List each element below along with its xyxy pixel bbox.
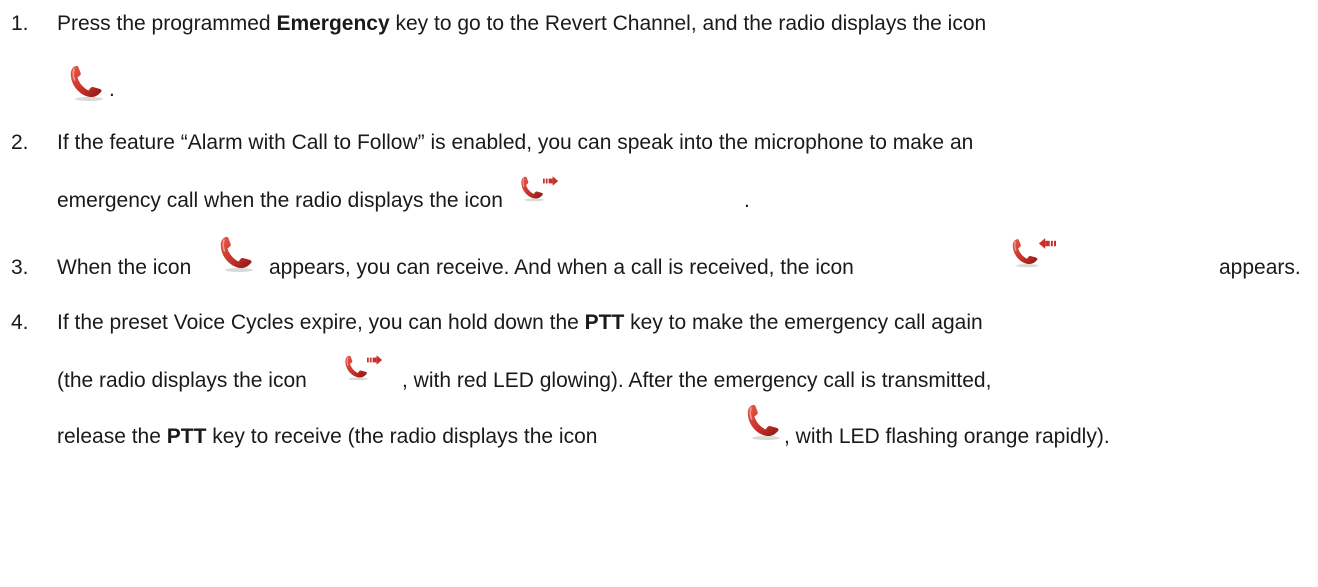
step-text: , with red LED glowing). After the emerg… — [402, 369, 992, 392]
step-text: appears. — [1219, 256, 1301, 279]
emergency-phone-icon — [66, 62, 106, 102]
step-number: 1. — [11, 12, 29, 35]
emergency-phone-icon — [743, 401, 783, 441]
emergency-key-label: Emergency — [276, 12, 390, 35]
emergency-call-outgoing-icon — [344, 355, 383, 381]
ptt-key-label: PTT — [584, 311, 625, 334]
step-text-part: key to receive (the radio displays the i… — [206, 425, 598, 448]
step-number: 4. — [11, 311, 29, 334]
sentence-end: . — [109, 78, 115, 101]
step-text: , with LED flashing orange rapidly). — [784, 425, 1110, 448]
step-text: appears, you can receive. And when a cal… — [269, 256, 854, 279]
step-text-part: release the — [57, 425, 167, 448]
step-text-part: key to make the emergency call again — [624, 311, 983, 334]
step-number: 3. — [11, 256, 29, 279]
step-text: If the preset Voice Cycles expire, you c… — [57, 311, 983, 335]
document-page: { "page": { "steps": [ { "number": "1.",… — [0, 0, 1318, 587]
step-text: (the radio displays the icon — [57, 369, 307, 392]
sentence-end: . — [744, 189, 750, 212]
step-text-part: key to go to the Revert Channel, and the… — [389, 12, 987, 35]
emergency-phone-icon — [216, 233, 256, 273]
step-text: Press the programmed Emergency key to go… — [57, 12, 986, 36]
step-text-part: Press the programmed — [57, 12, 277, 35]
step-number: 2. — [11, 131, 29, 154]
step-text: When the icon — [57, 256, 192, 279]
step-text: release the PTT key to receive (the radi… — [57, 425, 597, 449]
emergency-call-outgoing-icon — [520, 176, 559, 202]
step-text-part: If the preset Voice Cycles expire, you c… — [57, 311, 585, 334]
step-text: emergency call when the radio displays t… — [57, 189, 503, 212]
step-text: If the feature “Alarm with Call to Follo… — [57, 131, 974, 154]
emergency-call-incoming-icon — [1012, 238, 1056, 268]
ptt-key-label: PTT — [166, 425, 207, 448]
